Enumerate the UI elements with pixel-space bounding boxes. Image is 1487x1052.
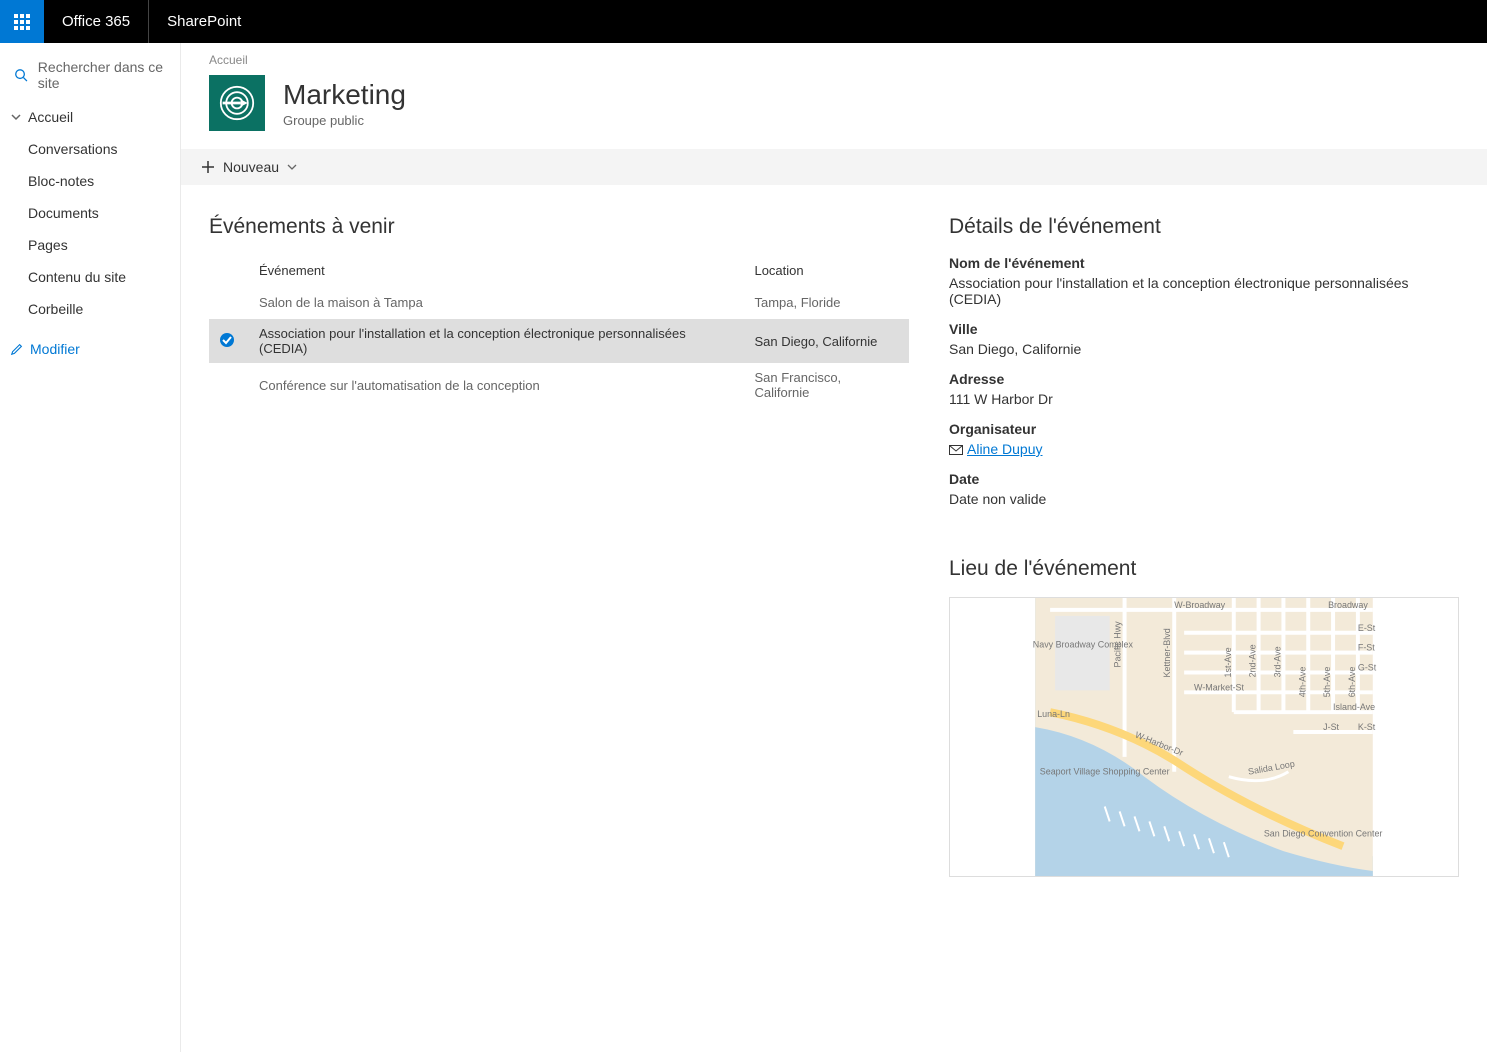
- svg-text:E-St: E-St: [1358, 623, 1376, 633]
- events-title: Événements à venir: [209, 215, 909, 239]
- main-content: Accueil Marketing Groupe public Nouveau: [181, 43, 1487, 1052]
- label-date: Date: [949, 471, 1459, 487]
- search-box[interactable]: Rechercher dans ce site: [0, 53, 180, 101]
- nav-notebook[interactable]: Bloc-notes: [0, 165, 180, 197]
- nav-home[interactable]: Accueil: [0, 101, 180, 133]
- map-title: Lieu de l'événement: [949, 557, 1459, 581]
- label-event-name: Nom de l'événement: [949, 255, 1459, 271]
- row-select[interactable]: [219, 293, 235, 309]
- top-bar: Office 365 SharePoint: [0, 0, 1487, 43]
- search-placeholder: Rechercher dans ce site: [38, 59, 168, 91]
- event-map[interactable]: W-Broadway Broadway W-Harbor-Dr W-Market…: [949, 597, 1459, 877]
- svg-text:J-St: J-St: [1323, 722, 1339, 732]
- nav-documents[interactable]: Documents: [0, 197, 180, 229]
- table-row[interactable]: Association pour l'installation et la co…: [209, 319, 909, 363]
- svg-text:Luna-Ln: Luna-Ln: [1037, 709, 1070, 719]
- label-address: Adresse: [949, 371, 1459, 387]
- value-date: Date non valide: [949, 491, 1459, 507]
- command-bar: Nouveau: [181, 149, 1487, 185]
- col-event[interactable]: Événement: [249, 255, 744, 286]
- svg-text:Island-Ave: Island-Ave: [1333, 702, 1375, 712]
- cell-location: San Diego, Californie: [744, 319, 909, 363]
- svg-text:5th-Ave: 5th-Ave: [1322, 667, 1332, 698]
- value-city: San Diego, Californie: [949, 341, 1459, 357]
- row-select[interactable]: [219, 332, 235, 348]
- table-row[interactable]: Conférence sur l'automatisation de la co…: [209, 363, 909, 407]
- chevron-down-icon: [287, 162, 297, 172]
- cell-event: Conférence sur l'automatisation de la co…: [249, 363, 744, 407]
- cell-event: Salon de la maison à Tampa: [249, 286, 744, 319]
- svg-text:2nd-Ave: 2nd-Ave: [1248, 644, 1258, 677]
- organizer-link[interactable]: Aline Dupuy: [967, 441, 1043, 457]
- label-organizer: Organisateur: [949, 421, 1459, 437]
- svg-text:Seaport Village Shopping Cente: Seaport Village Shopping Center: [1040, 767, 1170, 777]
- site-header: Marketing Groupe public: [181, 67, 1487, 149]
- svg-text:Kettner-Blvd: Kettner-Blvd: [1162, 628, 1172, 677]
- nav-edit-label: Modifier: [30, 341, 80, 357]
- plus-icon: [201, 160, 215, 174]
- site-title: Marketing: [283, 79, 406, 111]
- waffle-icon: [14, 14, 30, 30]
- svg-text:G-St: G-St: [1358, 662, 1377, 672]
- svg-text:4th-Ave: 4th-Ave: [1297, 667, 1307, 698]
- nav-conversations[interactable]: Conversations: [0, 133, 180, 165]
- svg-text:Broadway: Broadway: [1328, 600, 1368, 610]
- svg-text:1st-Ave: 1st-Ave: [1223, 647, 1233, 677]
- office-brand[interactable]: Office 365: [44, 0, 149, 43]
- row-select[interactable]: [219, 376, 235, 392]
- nav-site-contents[interactable]: Contenu du site: [0, 261, 180, 293]
- events-section: Événements à venir Événement Location Sa…: [209, 215, 909, 877]
- site-subtitle: Groupe public: [283, 113, 406, 128]
- search-icon: [14, 67, 28, 83]
- cell-location: Tampa, Floride: [744, 286, 909, 319]
- nav-home-label: Accueil: [28, 109, 73, 125]
- svg-text:K-St: K-St: [1358, 722, 1376, 732]
- value-address: 111 W Harbor Dr: [949, 391, 1459, 407]
- table-row[interactable]: Salon de la maison à Tampa Tampa, Florid…: [209, 286, 909, 319]
- mail-icon: [949, 445, 963, 455]
- site-logo: [209, 75, 265, 131]
- pencil-icon: [10, 342, 24, 356]
- app-launcher-button[interactable]: [0, 0, 44, 43]
- label-city: Ville: [949, 321, 1459, 337]
- target-icon: [219, 85, 255, 121]
- svg-text:6th-Ave: 6th-Ave: [1347, 667, 1357, 698]
- map-svg: W-Broadway Broadway W-Harbor-Dr W-Market…: [950, 598, 1458, 876]
- check-circle-icon: [219, 332, 235, 348]
- nav-pages[interactable]: Pages: [0, 229, 180, 261]
- nav-recycle-bin[interactable]: Corbeille: [0, 293, 180, 325]
- sharepoint-brand[interactable]: SharePoint: [149, 0, 259, 43]
- cell-event: Association pour l'installation et la co…: [249, 319, 744, 363]
- chevron-down-icon: [10, 111, 22, 123]
- details-section: Détails de l'événement Nom de l'événemen…: [949, 215, 1459, 877]
- svg-text:F-St: F-St: [1358, 643, 1375, 653]
- svg-text:3rd-Ave: 3rd-Ave: [1272, 646, 1282, 677]
- svg-text:W-Market-St: W-Market-St: [1194, 682, 1244, 692]
- new-button[interactable]: Nouveau: [201, 159, 297, 175]
- svg-text:San Diego Convention Center: San Diego Convention Center: [1264, 828, 1383, 838]
- breadcrumb[interactable]: Accueil: [181, 43, 1487, 67]
- value-event-name: Association pour l'installation et la co…: [949, 275, 1459, 307]
- col-location[interactable]: Location: [744, 255, 909, 286]
- col-select: [209, 255, 249, 286]
- cell-location: San Francisco, Californie: [744, 363, 909, 407]
- events-table: Événement Location Salon de la maison à …: [209, 255, 909, 407]
- nav-edit[interactable]: Modifier: [0, 333, 180, 365]
- new-button-label: Nouveau: [223, 159, 279, 175]
- svg-text:W-Broadway: W-Broadway: [1174, 600, 1225, 610]
- left-navigation: Rechercher dans ce site Accueil Conversa…: [0, 43, 181, 1052]
- details-title: Détails de l'événement: [949, 215, 1459, 239]
- value-organizer: Aline Dupuy: [949, 441, 1459, 457]
- svg-text:Pacific Hwy: Pacific Hwy: [1113, 621, 1123, 668]
